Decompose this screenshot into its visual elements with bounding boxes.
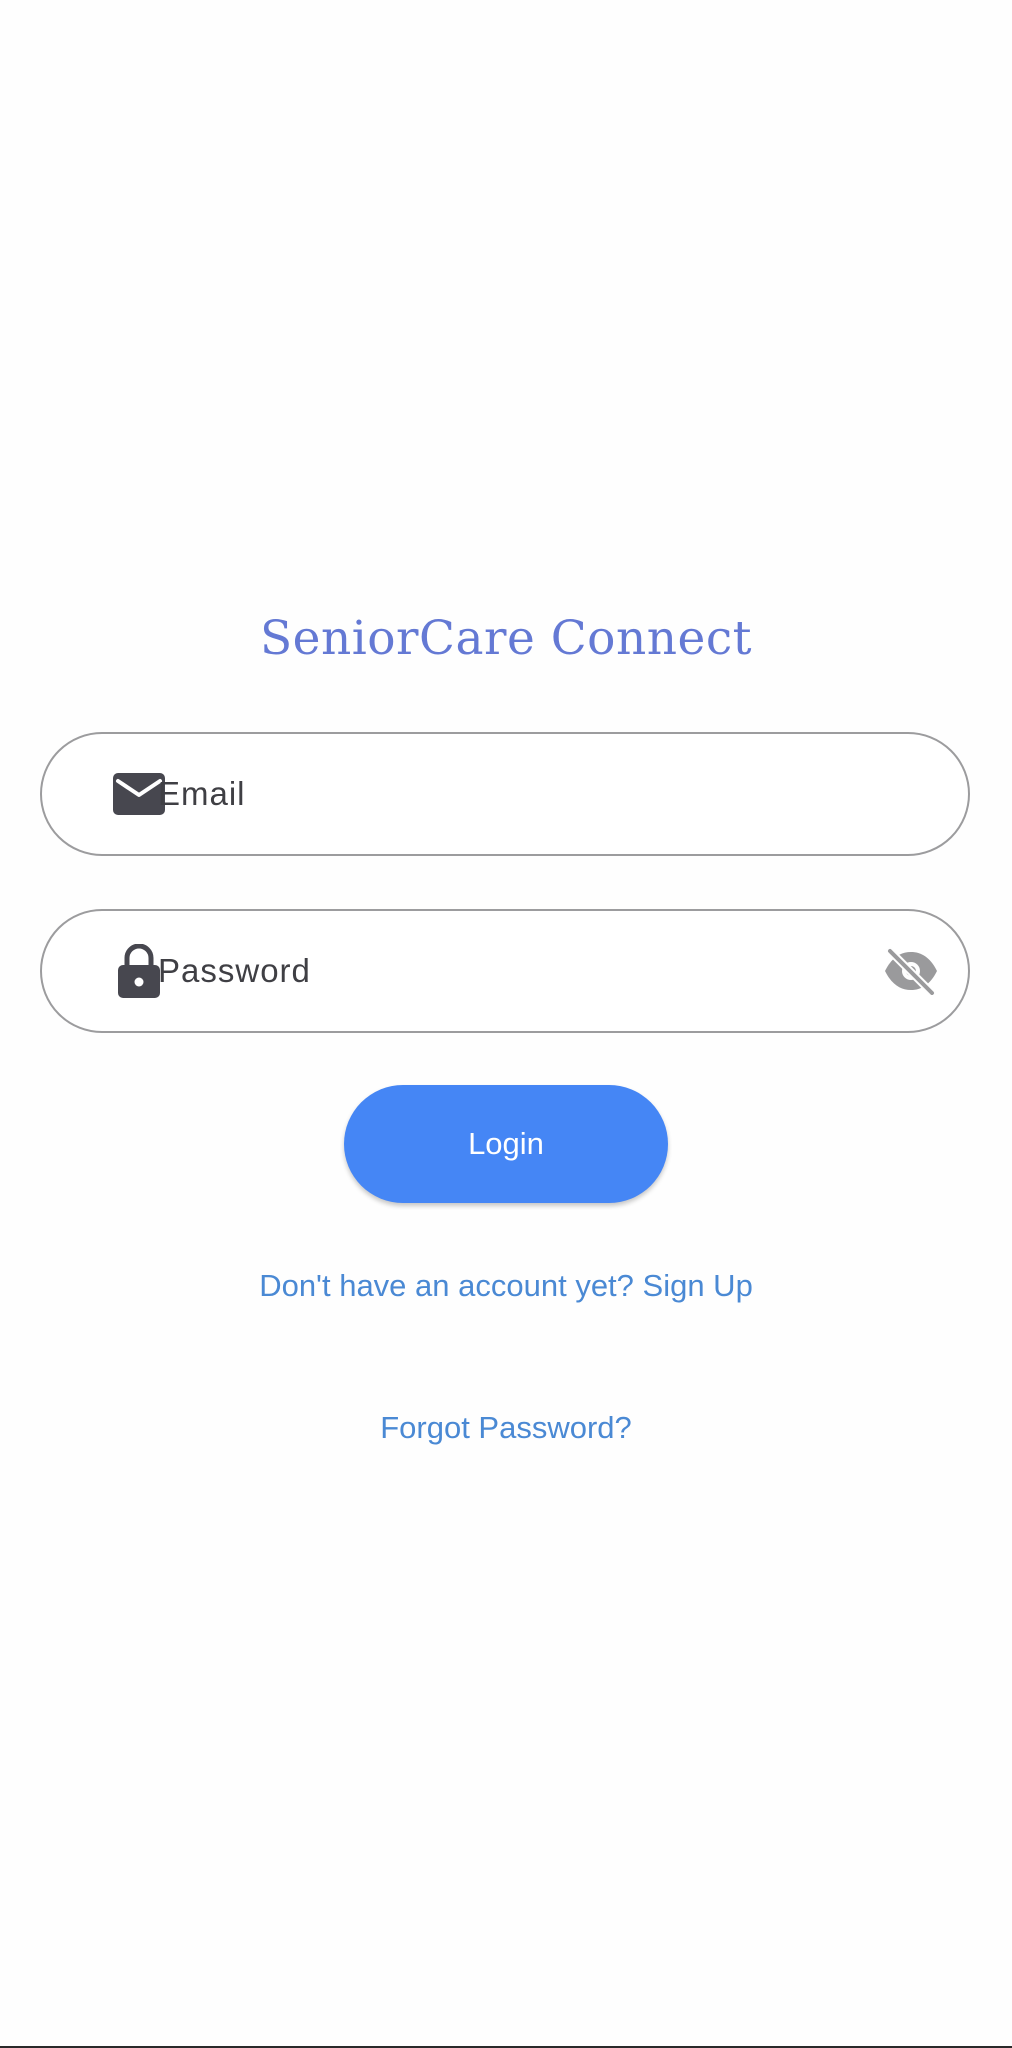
password-field[interactable]: Password	[40, 909, 970, 1033]
email-label: Email	[158, 775, 246, 812]
forgot-password-link[interactable]: Forgot Password?	[0, 1406, 1012, 1450]
app-title: SeniorCare Connect	[259, 611, 753, 666]
login-screen: SeniorCare Connect Email Password Login …	[0, 0, 1012, 2048]
visibility-off-icon[interactable]	[880, 940, 942, 1002]
login-button[interactable]: Login	[344, 1085, 668, 1203]
signup-link[interactable]: Don't have an account yet? Sign Up	[0, 1264, 1012, 1308]
password-label: Password	[158, 952, 311, 989]
email-field[interactable]: Email	[40, 732, 970, 856]
